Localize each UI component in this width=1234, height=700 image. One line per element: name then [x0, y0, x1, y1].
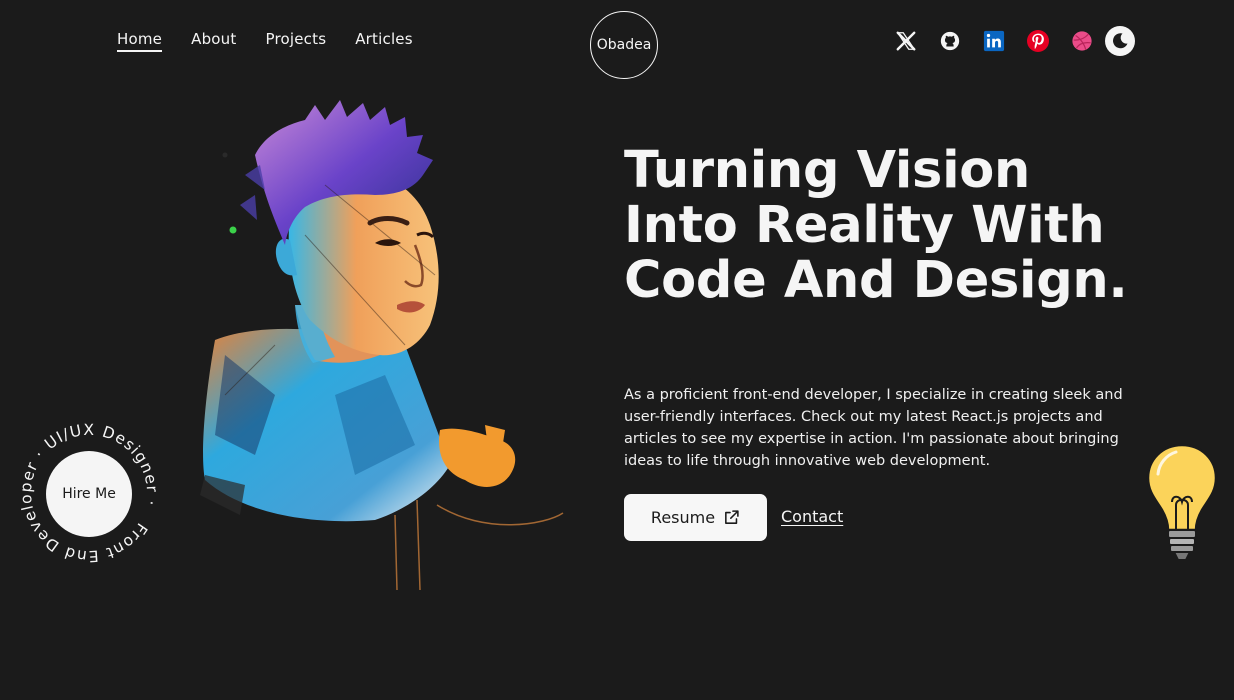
profile-illustration [200, 100, 564, 591]
site-logo[interactable]: Obadea [590, 11, 658, 79]
github-icon[interactable] [935, 26, 965, 56]
contact-link[interactable]: Contact [781, 507, 843, 526]
nav-home[interactable]: Home [117, 30, 163, 52]
main-nav: Home About Projects Articles [117, 30, 413, 52]
external-link-icon [725, 510, 739, 524]
hire-me-button[interactable]: Hire Me [46, 451, 132, 537]
hero-title: Turning Vision Into Reality With Code An… [624, 141, 1128, 310]
social-links [891, 26, 1135, 56]
lightbulb-icon [1146, 443, 1218, 561]
dribbble-icon[interactable] [1067, 26, 1097, 56]
nav-about[interactable]: About [191, 30, 236, 52]
resume-label: Resume [650, 508, 716, 527]
nav-projects[interactable]: Projects [265, 30, 326, 52]
linkedin-icon[interactable] [979, 26, 1009, 56]
x-icon[interactable] [891, 26, 921, 56]
moon-icon[interactable] [1105, 26, 1135, 56]
pinterest-icon[interactable] [1023, 26, 1053, 56]
hero-description: As a proficient front-end developer, I s… [624, 387, 1123, 469]
resume-button[interactable]: Resume [624, 494, 767, 541]
hire-me-badge: Front End Developer · UI/UX Designer · H… [0, 395, 187, 592]
nav-articles[interactable]: Articles [355, 30, 413, 52]
